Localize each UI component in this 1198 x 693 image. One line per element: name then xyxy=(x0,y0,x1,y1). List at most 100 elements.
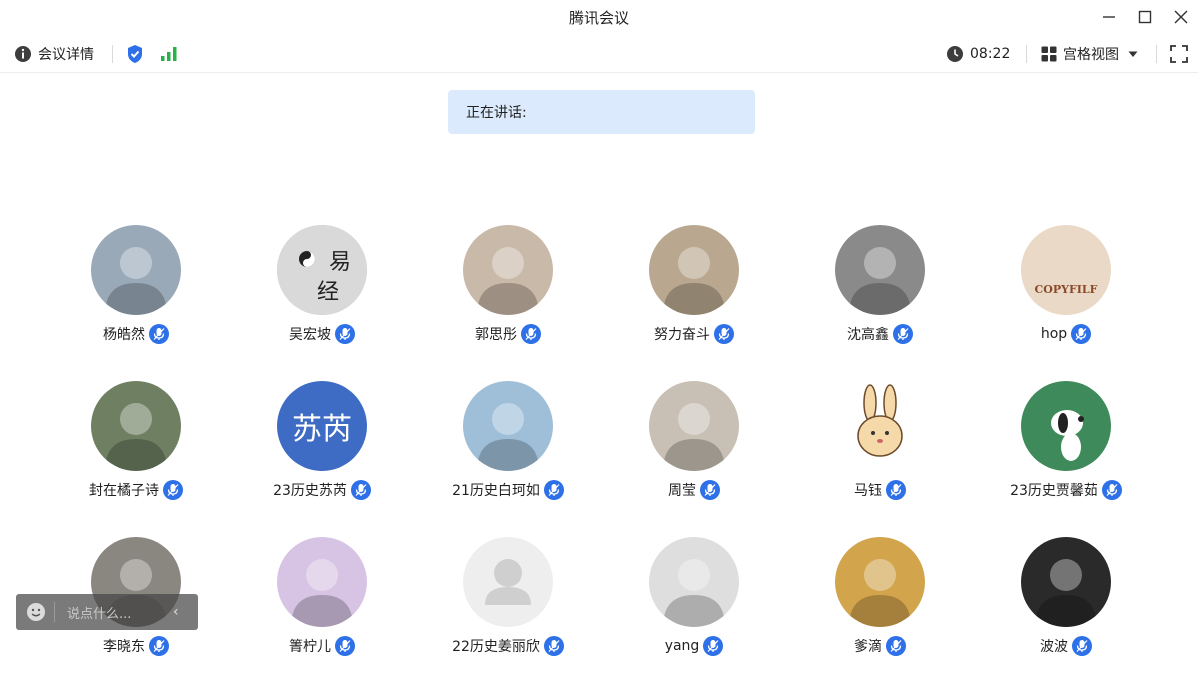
participant-tile[interactable]: 杨皓然 xyxy=(43,225,229,355)
view-mode-button[interactable]: 宫格视图 xyxy=(1041,36,1139,72)
participant-name: 马钰 xyxy=(854,483,882,499)
participant-tile[interactable]: 沈高鑫 xyxy=(787,225,973,355)
avatar[interactable] xyxy=(91,225,181,315)
avatar[interactable] xyxy=(277,537,367,627)
mic-muted-icon xyxy=(886,480,906,500)
participant-name-row: 23历史贾馨茹 xyxy=(973,479,1159,501)
chat-input[interactable]: 说点什么... xyxy=(67,603,167,622)
network-signal[interactable] xyxy=(160,36,178,72)
participant-name: 李晓东 xyxy=(103,639,145,655)
svg-text:经: 经 xyxy=(317,280,339,305)
avatar[interactable]: 易经 xyxy=(277,225,367,315)
chevron-left-icon[interactable]: ‹ xyxy=(173,604,179,620)
participant-tile[interactable]: 23历史贾馨茹 xyxy=(973,381,1159,511)
fullscreen-icon xyxy=(1170,45,1188,63)
avatar[interactable]: 苏芮 xyxy=(277,381,367,471)
participant-name-row: 波波 xyxy=(973,635,1159,657)
participant-name: yang xyxy=(664,638,700,654)
participant-name-row: 努力奋斗 xyxy=(601,323,787,345)
avatar[interactable] xyxy=(835,537,925,627)
mic-muted-icon xyxy=(886,636,906,656)
mic-muted-icon xyxy=(350,480,371,500)
avatar[interactable] xyxy=(463,225,553,315)
participant-tile[interactable]: 郭思彤 xyxy=(415,225,601,355)
timer-value: 08:22 xyxy=(970,46,1011,62)
participant-name-row: 21历史白珂如 xyxy=(415,479,601,501)
participant-name: hop xyxy=(1040,326,1068,342)
participant-name: 吴宏坡 xyxy=(289,327,331,343)
emoji-icon[interactable] xyxy=(26,602,46,622)
avatar-text: 苏芮 xyxy=(292,412,352,447)
avatar[interactable] xyxy=(649,225,739,315)
participant-name: 努力奋斗 xyxy=(654,327,710,343)
mic-muted-icon xyxy=(893,324,913,344)
window-title: 腾讯会议 xyxy=(568,9,629,27)
participant-name: 箐柠儿 xyxy=(289,639,331,655)
avatar[interactable] xyxy=(463,381,553,471)
participant-name-row: 22历史姜丽欣 xyxy=(415,635,601,657)
participant-tile[interactable]: 周莹 xyxy=(601,381,787,511)
close-button[interactable] xyxy=(1170,6,1192,28)
participant-name-row: hop xyxy=(973,323,1159,345)
shield-icon xyxy=(128,45,142,63)
avatar[interactable]: COPYFILF xyxy=(1021,225,1111,315)
participant-name: 22历史姜丽欣 xyxy=(452,639,540,655)
participant-tile[interactable]: 易经吴宏坡 xyxy=(229,225,415,355)
participant-tile[interactable]: 22历史姜丽欣 xyxy=(415,537,601,667)
participant-name: 封在橘子诗 xyxy=(89,483,159,499)
participant-name: 郭思彤 xyxy=(475,327,517,343)
avatar[interactable] xyxy=(1021,381,1111,471)
participant-tile[interactable]: 21历史白珂如 xyxy=(415,381,601,511)
mic-muted-icon xyxy=(1071,324,1092,344)
toolbar-divider xyxy=(112,45,113,63)
avatar[interactable] xyxy=(91,381,181,471)
participant-name: 周莹 xyxy=(668,483,696,499)
mic-muted-icon xyxy=(335,324,355,344)
participant-tile[interactable]: 苏芮 23历史苏芮 xyxy=(229,381,415,511)
participant-tile[interactable]: 努力奋斗 xyxy=(601,225,787,355)
minimize-icon xyxy=(1103,16,1115,18)
participant-name: 沈高鑫 xyxy=(847,327,889,343)
participant-name-row: 箐柠儿 xyxy=(229,635,415,657)
toolbar-divider xyxy=(1026,45,1027,63)
participant-tile[interactable]: COPYFILF hop xyxy=(973,225,1159,355)
avatar[interactable] xyxy=(649,537,739,627)
participant-tile[interactable]: 封在橘子诗 xyxy=(43,381,229,511)
fullscreen-button[interactable] xyxy=(1170,36,1188,72)
minimize-button[interactable] xyxy=(1098,6,1120,28)
participant-name-row: 23历史苏芮 xyxy=(229,479,415,501)
participant-name-row: 吴宏坡 xyxy=(229,323,415,345)
security-status[interactable] xyxy=(126,36,144,72)
participant-grid: 杨皓然易经吴宏坡 郭思彤 努力奋斗 沈高鑫 COPYFILF hop 封在橘子诗 苏芮 23历史… xyxy=(43,225,1159,665)
avatar[interactable] xyxy=(463,537,553,627)
mic-muted-icon xyxy=(1101,480,1122,500)
meeting-details-button[interactable]: 会议详情 xyxy=(14,36,94,72)
view-mode-label: 宫格视图 xyxy=(1063,47,1119,63)
avatar[interactable] xyxy=(835,225,925,315)
info-icon xyxy=(15,46,31,62)
participant-tile[interactable]: 爹滴 xyxy=(787,537,973,667)
meeting-details-label: 会议详情 xyxy=(38,47,94,63)
meeting-timer: 08:22 xyxy=(946,36,1010,72)
avatar[interactable] xyxy=(1021,537,1111,627)
maximize-button[interactable] xyxy=(1134,6,1156,28)
participant-name-row: 周莹 xyxy=(601,479,787,501)
participant-name-row: 李晓东 xyxy=(43,635,229,657)
avatar[interactable] xyxy=(835,381,925,471)
grid-view-icon xyxy=(1041,46,1057,62)
mic-muted-icon xyxy=(149,636,169,656)
participant-name: 23历史贾馨茹 xyxy=(1010,483,1098,499)
participant-tile[interactable]: 波波 xyxy=(973,537,1159,667)
participant-tile[interactable]: 箐柠儿 xyxy=(229,537,415,667)
mic-muted-icon xyxy=(543,636,564,656)
mic-muted-icon xyxy=(703,636,724,656)
chat-input-bar[interactable]: 说点什么... ‹ xyxy=(16,594,198,630)
participant-name: 杨皓然 xyxy=(103,327,145,343)
participant-tile[interactable]: 马钰 xyxy=(787,381,973,511)
mic-muted-icon xyxy=(335,636,355,656)
svg-text:易: 易 xyxy=(329,250,351,275)
participant-tile[interactable]: yang xyxy=(601,537,787,667)
avatar[interactable] xyxy=(649,381,739,471)
mic-muted-icon xyxy=(149,324,169,344)
participant-name-row: 马钰 xyxy=(787,479,973,501)
